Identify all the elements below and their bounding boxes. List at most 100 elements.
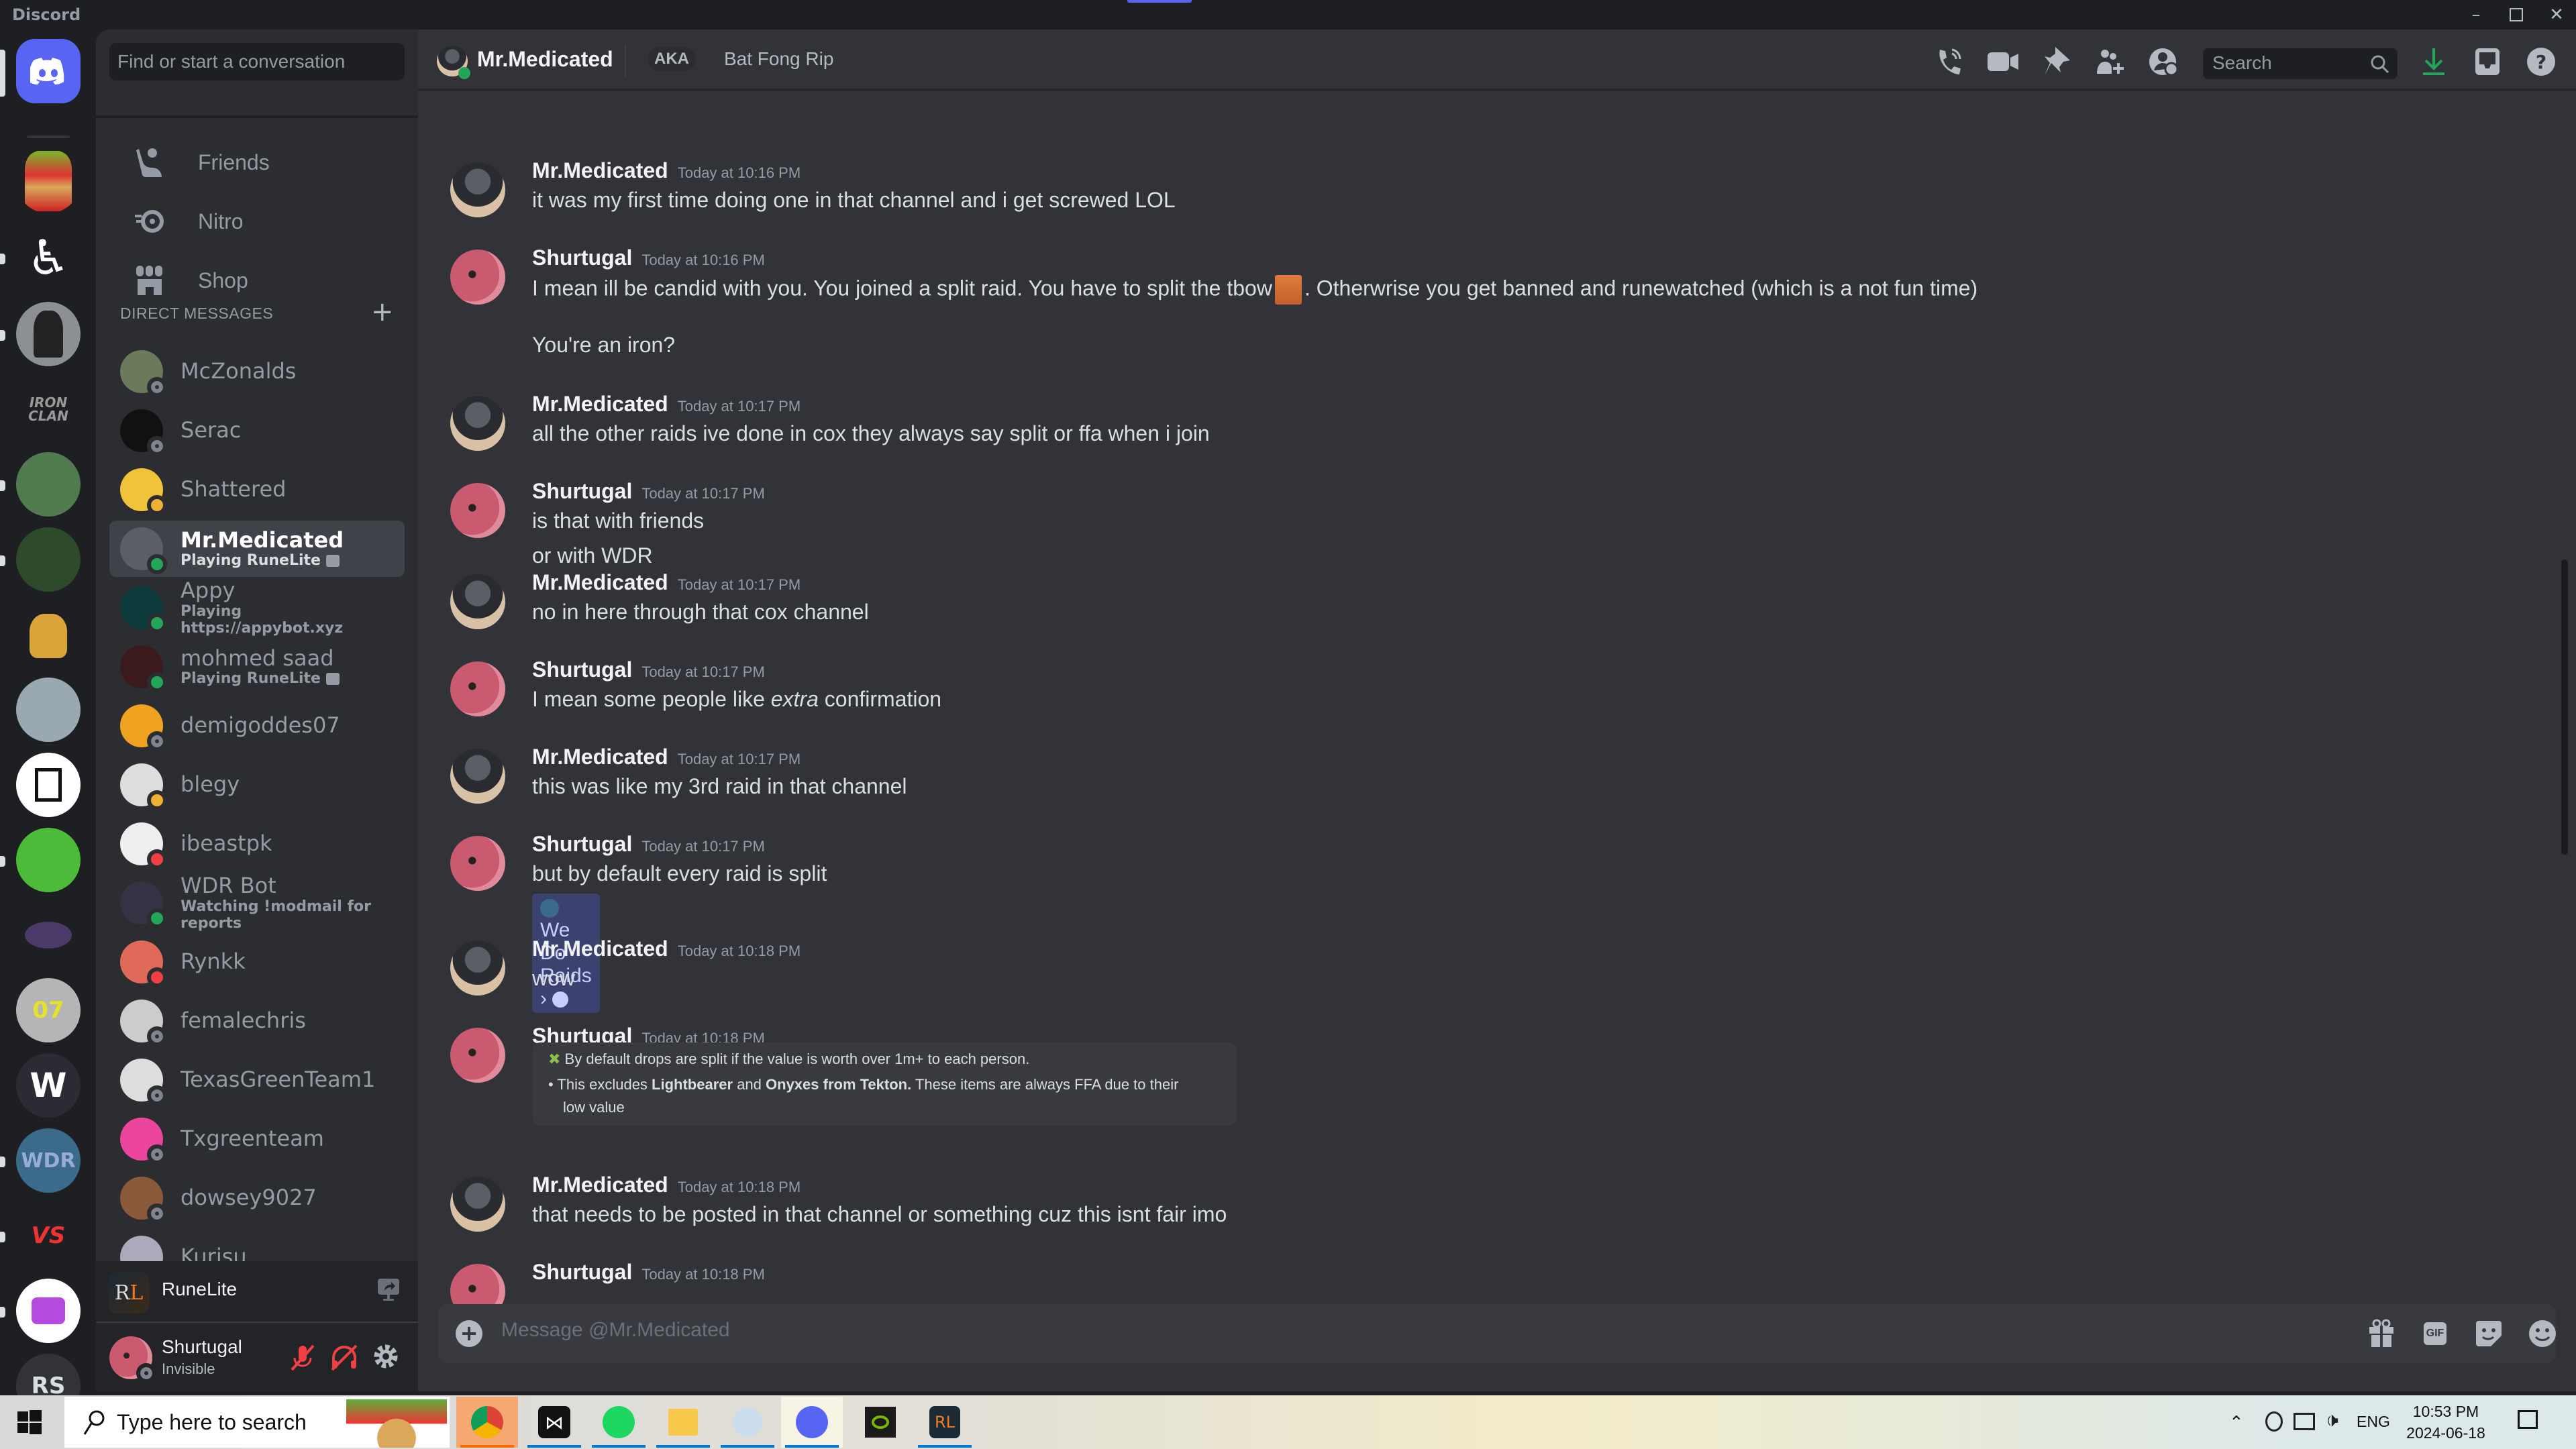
message-avatar[interactable] bbox=[450, 661, 505, 716]
message-avatar[interactable] bbox=[450, 749, 505, 804]
message-avatar[interactable] bbox=[450, 250, 505, 305]
dm-item[interactable]: Appy Playing https://appybot.xyz bbox=[109, 579, 405, 637]
video-call-button[interactable] bbox=[1987, 46, 2019, 78]
message-author[interactable]: Shurtugal bbox=[532, 479, 632, 503]
nav-nitro[interactable]: Nitro bbox=[109, 193, 405, 250]
attach-button[interactable] bbox=[453, 1318, 485, 1350]
dm-item[interactable]: Shattered bbox=[109, 462, 405, 518]
message-author[interactable]: Shurtugal bbox=[532, 246, 632, 270]
header-search-input[interactable]: Search bbox=[2203, 48, 2398, 79]
message-author[interactable]: Shurtugal bbox=[532, 832, 632, 856]
dm-item[interactable]: blegy bbox=[109, 757, 405, 813]
stream-game-button[interactable] bbox=[376, 1277, 401, 1301]
message-avatar[interactable] bbox=[450, 1028, 505, 1083]
message-author[interactable]: Mr.Medicated bbox=[532, 392, 668, 416]
server-w[interactable]: W bbox=[16, 1053, 81, 1118]
taskbar-runelite[interactable]: RL bbox=[914, 1397, 976, 1448]
custom-emoji[interactable] bbox=[1274, 275, 1302, 305]
message-composer[interactable]: Message @Mr.Medicated GIF bbox=[438, 1304, 2556, 1363]
voice-call-button[interactable] bbox=[1933, 46, 1965, 78]
message-avatar[interactable] bbox=[450, 162, 505, 217]
notification-center-button[interactable] bbox=[2518, 1410, 2538, 1429]
gift-button[interactable] bbox=[2365, 1318, 2398, 1350]
message-avatar[interactable] bbox=[450, 836, 505, 891]
server-wheelchair[interactable]: ♿ bbox=[16, 225, 81, 290]
user-avatar[interactable] bbox=[109, 1336, 156, 1383]
close-button[interactable]: ✕ bbox=[2536, 3, 2576, 27]
message-author[interactable]: Shurtugal bbox=[532, 657, 632, 682]
message-avatar[interactable] bbox=[450, 1177, 505, 1232]
dm-item[interactable]: ibeastpk bbox=[109, 816, 405, 872]
language-indicator[interactable]: ENG bbox=[2357, 1413, 2390, 1431]
user-settings-button[interactable] bbox=[371, 1342, 403, 1374]
download-apps-button[interactable] bbox=[2418, 46, 2450, 78]
maximize-button[interactable] bbox=[2496, 3, 2536, 27]
dm-item[interactable]: Mr.Medicated Playing RuneLite bbox=[109, 521, 405, 577]
dm-item[interactable]: McZonalds bbox=[109, 343, 405, 400]
message-avatar[interactable] bbox=[450, 396, 505, 451]
nav-shop[interactable]: Shop bbox=[109, 252, 405, 309]
pinned-messages-button[interactable] bbox=[2041, 46, 2073, 78]
dm-item[interactable]: demigoddes07 bbox=[109, 698, 405, 754]
minimize-button[interactable]: – bbox=[2456, 3, 2496, 27]
message-author[interactable]: Mr.Medicated bbox=[532, 1173, 668, 1197]
inbox-button[interactable] bbox=[2471, 46, 2504, 78]
nav-friends[interactable]: Friends bbox=[109, 134, 405, 191]
dm-item[interactable]: femalechris bbox=[109, 993, 405, 1049]
gif-button[interactable]: GIF bbox=[2419, 1318, 2451, 1350]
show-hidden-icons-button[interactable]: ⌃ bbox=[2229, 1413, 2244, 1433]
server-spartan[interactable] bbox=[16, 604, 81, 668]
unmute-button[interactable] bbox=[287, 1342, 319, 1374]
message-avatar[interactable] bbox=[450, 483, 505, 538]
emoji-button[interactable] bbox=[2526, 1318, 2559, 1350]
server-dark-creature[interactable] bbox=[16, 903, 81, 967]
taskbar-spotify[interactable] bbox=[588, 1397, 650, 1448]
message-scrollbar[interactable] bbox=[2561, 559, 2568, 855]
server-kebab-cartel[interactable] bbox=[16, 149, 81, 213]
dm-item[interactable]: dowsey9027 bbox=[109, 1170, 405, 1226]
server-lfr-game-updates[interactable] bbox=[16, 678, 81, 742]
server-iron-clan[interactable]: IRON CLAN bbox=[16, 377, 81, 441]
undeafen-button[interactable] bbox=[328, 1342, 360, 1374]
server-bearded[interactable] bbox=[16, 302, 81, 366]
create-dm-button[interactable]: + bbox=[371, 297, 394, 327]
message-avatar[interactable] bbox=[450, 941, 505, 996]
taskbar-search[interactable]: Type here to search bbox=[64, 1397, 450, 1448]
message-author[interactable]: Mr.Medicated bbox=[532, 570, 668, 594]
volume-icon[interactable]: 🕩 bbox=[2326, 1409, 2338, 1432]
server-purple-character[interactable] bbox=[16, 452, 81, 517]
recipient-avatar[interactable] bbox=[437, 46, 470, 79]
server-green-banner[interactable] bbox=[16, 527, 81, 592]
help-button[interactable]: ? bbox=[2525, 46, 2557, 78]
sticker-button[interactable] bbox=[2473, 1318, 2505, 1350]
server-07[interactable]: 07 bbox=[16, 978, 81, 1042]
find-conversation-input[interactable]: Find or start a conversation bbox=[109, 43, 405, 80]
message-avatar[interactable] bbox=[450, 574, 505, 629]
server-cabinet[interactable] bbox=[16, 753, 81, 817]
taskbar-capcut[interactable]: ⋈ bbox=[523, 1397, 585, 1448]
start-button[interactable] bbox=[17, 1410, 42, 1434]
dm-item[interactable]: Serac bbox=[109, 402, 405, 459]
dm-item[interactable]: WDR Bot Watching !modmail for reports bbox=[109, 874, 405, 932]
dm-item[interactable]: mohmed saad Playing RuneLite bbox=[109, 639, 405, 695]
taskbar-clock[interactable]: 10:53 PM 2024-06-18 bbox=[2395, 1401, 2496, 1444]
dm-item[interactable]: Rynkk bbox=[109, 934, 405, 990]
dm-item[interactable]: Txgreenteam bbox=[109, 1111, 405, 1167]
taskbar-chrome[interactable] bbox=[456, 1397, 518, 1448]
recipient-name[interactable]: Mr.Medicated bbox=[477, 47, 613, 72]
add-friends-to-dm-button[interactable] bbox=[2094, 46, 2126, 78]
server-frog[interactable] bbox=[16, 828, 81, 892]
dm-item[interactable]: TexasGreenTeam1 bbox=[109, 1052, 405, 1108]
taskbar-nvidia[interactable] bbox=[849, 1397, 911, 1448]
message-author[interactable]: Mr.Medicated bbox=[532, 936, 668, 961]
server-chair[interactable] bbox=[16, 1279, 81, 1343]
server-wdr[interactable]: WDR bbox=[16, 1128, 81, 1193]
camera-tray-icon[interactable] bbox=[2265, 1411, 2283, 1432]
taskbar-paint[interactable] bbox=[717, 1397, 778, 1448]
user-profile-button[interactable] bbox=[2148, 46, 2180, 78]
server-vs[interactable]: VS bbox=[16, 1203, 81, 1268]
message-input[interactable]: Message @Mr.Medicated bbox=[501, 1319, 730, 1342]
taskbar-file-explorer[interactable] bbox=[652, 1397, 714, 1448]
network-icon[interactable] bbox=[2294, 1413, 2315, 1430]
message-author[interactable]: Shurtugal bbox=[532, 1260, 632, 1284]
